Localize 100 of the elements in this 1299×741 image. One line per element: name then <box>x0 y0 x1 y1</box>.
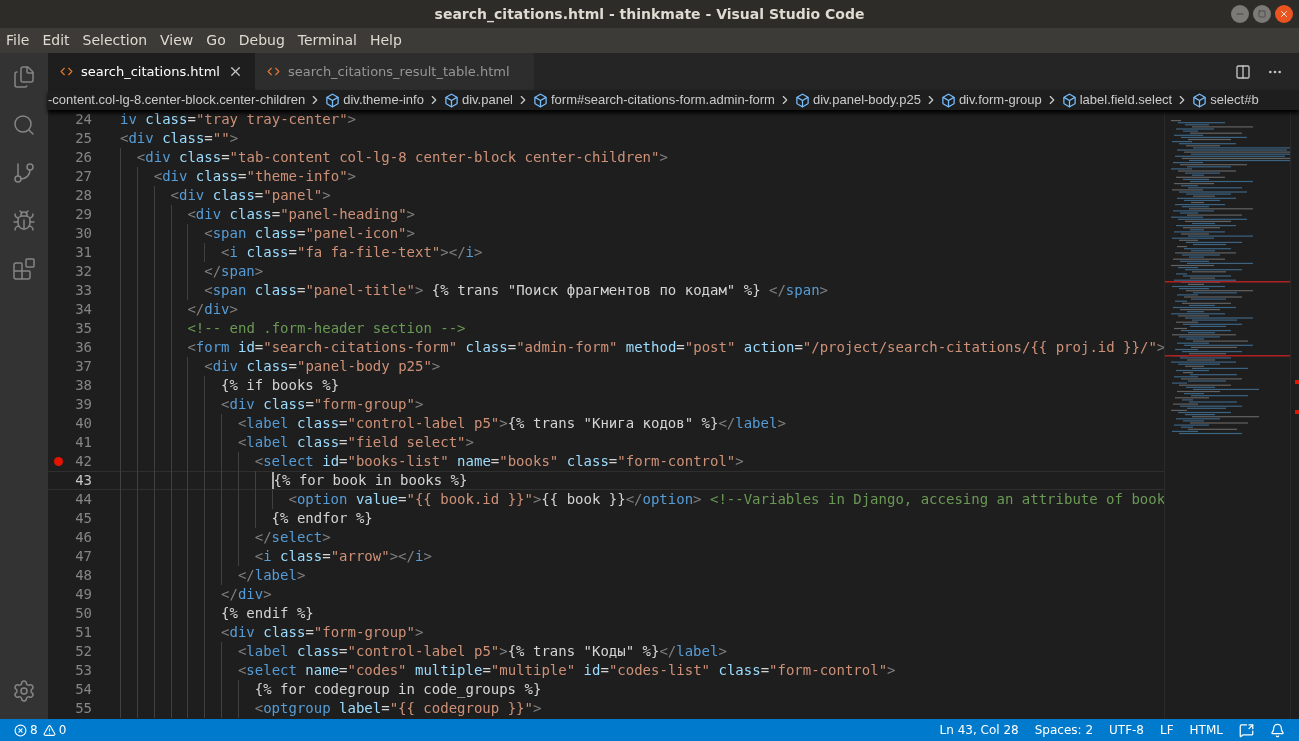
minimize-button[interactable] <box>1231 5 1249 23</box>
warning-icon <box>42 723 56 737</box>
files-icon[interactable] <box>12 65 36 89</box>
code-line: <span class="panel-title"> {% trans "Поиск фрагментов по кодам" %} </span> <box>204 281 828 300</box>
code-icon <box>60 65 73 78</box>
breadcrumb-item[interactable]: label.field.select <box>1079 90 1173 110</box>
line-number: 47 <box>74 547 92 566</box>
line-number: 55 <box>74 699 92 718</box>
breadcrumb-item[interactable]: div.panel <box>461 90 513 110</box>
error-icon <box>14 723 27 737</box>
code-icon <box>266 65 280 78</box>
line-number: 42 <box>74 452 92 471</box>
editor-tab[interactable]: search_citations.html <box>48 53 255 90</box>
code-line: <div class="panel-heading"> <box>187 205 415 224</box>
line-number: 49 <box>74 585 92 604</box>
line-number: 35 <box>74 319 92 338</box>
element-icon <box>1192 92 1208 108</box>
menu-item[interactable]: Selection <box>82 30 148 51</box>
scrollbar[interactable] <box>1290 110 1299 719</box>
line-number: 27 <box>74 167 92 186</box>
status-item[interactable]: Ln 43, Col 28 <box>939 721 1019 739</box>
breadcrumb-item[interactable]: div.form-group <box>958 90 1042 110</box>
code-line: {% endfor %} <box>271 509 373 528</box>
status-item[interactable]: HTML <box>1189 721 1223 739</box>
code-line: <label class="control-label p5">{% trans "Книга кодов" %}</label> <box>237 414 786 433</box>
settings-icon[interactable] <box>12 679 36 703</box>
window-title: search_citations.html - thinkmate - Visual Studio Code <box>434 4 865 25</box>
code-line: </div> <box>221 585 272 604</box>
branch-icon[interactable] <box>12 161 36 185</box>
line-number: 29 <box>74 205 92 224</box>
status-item[interactable]: UTF-8 <box>1109 721 1144 739</box>
menu-item[interactable]: View <box>160 30 194 51</box>
code-line: iv class="tray tray-center"> <box>120 110 357 129</box>
code-line: <i class="fa fa-file-text"></i> <box>221 243 483 262</box>
notifications-icon[interactable] <box>1270 722 1285 738</box>
line-number: 44 <box>74 490 92 509</box>
text-cursor <box>271 472 274 489</box>
line-number: 46 <box>74 528 92 547</box>
code-line: <!-- end .form-header section --> <box>187 319 466 338</box>
bug-icon[interactable] <box>12 209 36 233</box>
code-line: <optgroup label="{{ codegroup }}"> <box>254 699 542 718</box>
element-icon <box>940 92 956 108</box>
line-number: 40 <box>74 414 92 433</box>
menu-item[interactable]: Terminal <box>297 30 357 51</box>
code-line: <div class="form-group"> <box>221 395 424 414</box>
code-line: <select name="codes" multiple="multiple" id="codes-list" class="form-control"> <box>237 661 896 680</box>
line-number: 38 <box>74 376 92 395</box>
search-icon[interactable] <box>12 113 36 137</box>
code-line: {% endif %} <box>221 604 314 623</box>
code-line: <label class="field select"> <box>237 433 474 452</box>
breadcrumb-item[interactable]: -content.col-lg-8.center-block.center-children <box>48 90 306 110</box>
line-number: 32 <box>74 262 92 281</box>
element-icon <box>443 92 459 108</box>
code-line: {% for book in books %} <box>273 471 468 490</box>
menu-item[interactable]: Go <box>206 30 226 51</box>
code-line: <i class="arrow"></i> <box>254 547 432 566</box>
line-number: 53 <box>74 661 92 680</box>
split-editor-icon[interactable] <box>1235 63 1251 80</box>
line-number: 41 <box>74 433 92 452</box>
code-line: </select> <box>254 528 331 547</box>
breadcrumb-item[interactable]: div.theme-info <box>343 90 424 110</box>
maximize-icon <box>1258 10 1266 18</box>
code-line: <div class="theme-info"> <box>153 167 357 186</box>
code-line: <option value="{{ book.id }}">{{ book }}</option> <!--Variables in Django, accesing an attribute of book <box>288 490 1164 509</box>
code-line: <div class="tab-content col-lg-8 center-block center-children"> <box>136 148 668 167</box>
menu-item[interactable]: Edit <box>42 30 70 51</box>
code-line: {% for codegroup in code_groups %} <box>254 680 542 700</box>
line-number: 48 <box>74 566 92 585</box>
line-number: 26 <box>74 148 92 167</box>
menu-item[interactable]: File <box>6 30 30 51</box>
line-number: 39 <box>74 395 92 414</box>
code-line: <label class="control-label p5">{% trans "Коды" %}</label> <box>237 642 727 661</box>
code-line: <span class="panel-icon"> <box>204 224 415 243</box>
status-item[interactable]: LF <box>1160 721 1174 739</box>
code-line: <div class="panel"> <box>170 186 331 205</box>
extensions-icon[interactable] <box>12 257 36 281</box>
breadcrumb-item[interactable]: div.panel-body.p25 <box>812 90 921 110</box>
code-line: <div class=""> <box>120 129 239 148</box>
line-number: 25 <box>74 129 92 148</box>
close-button[interactable] <box>1275 5 1293 23</box>
menu-item[interactable]: Debug <box>238 30 285 51</box>
element-icon <box>794 92 810 108</box>
line-number: 28 <box>74 186 92 205</box>
line-number: 31 <box>74 243 92 262</box>
feedback-icon[interactable] <box>1239 722 1254 738</box>
breadcrumb-item[interactable]: form#search-citations-form.admin-form <box>551 90 775 110</box>
line-number: 24 <box>74 110 92 129</box>
line-number: 50 <box>74 604 92 623</box>
element-icon <box>325 92 341 108</box>
code-line: </span> <box>204 262 264 281</box>
menu-item[interactable]: Help <box>369 30 402 51</box>
line-number: 51 <box>74 623 92 642</box>
code-line: <select id="books-list" name="books" class="form-control"> <box>254 452 744 471</box>
code-line: </div> <box>187 300 238 319</box>
breadcrumb-item[interactable]: select#b <box>1210 90 1259 110</box>
line-number: 34 <box>74 300 92 319</box>
editor-tab[interactable]: search_citations_result_table.html <box>254 53 534 90</box>
status-item[interactable]: Spaces: 2 <box>1034 721 1093 739</box>
close-icon <box>1279 9 1289 19</box>
problems-indicator[interactable]: 8 0 <box>14 721 67 739</box>
